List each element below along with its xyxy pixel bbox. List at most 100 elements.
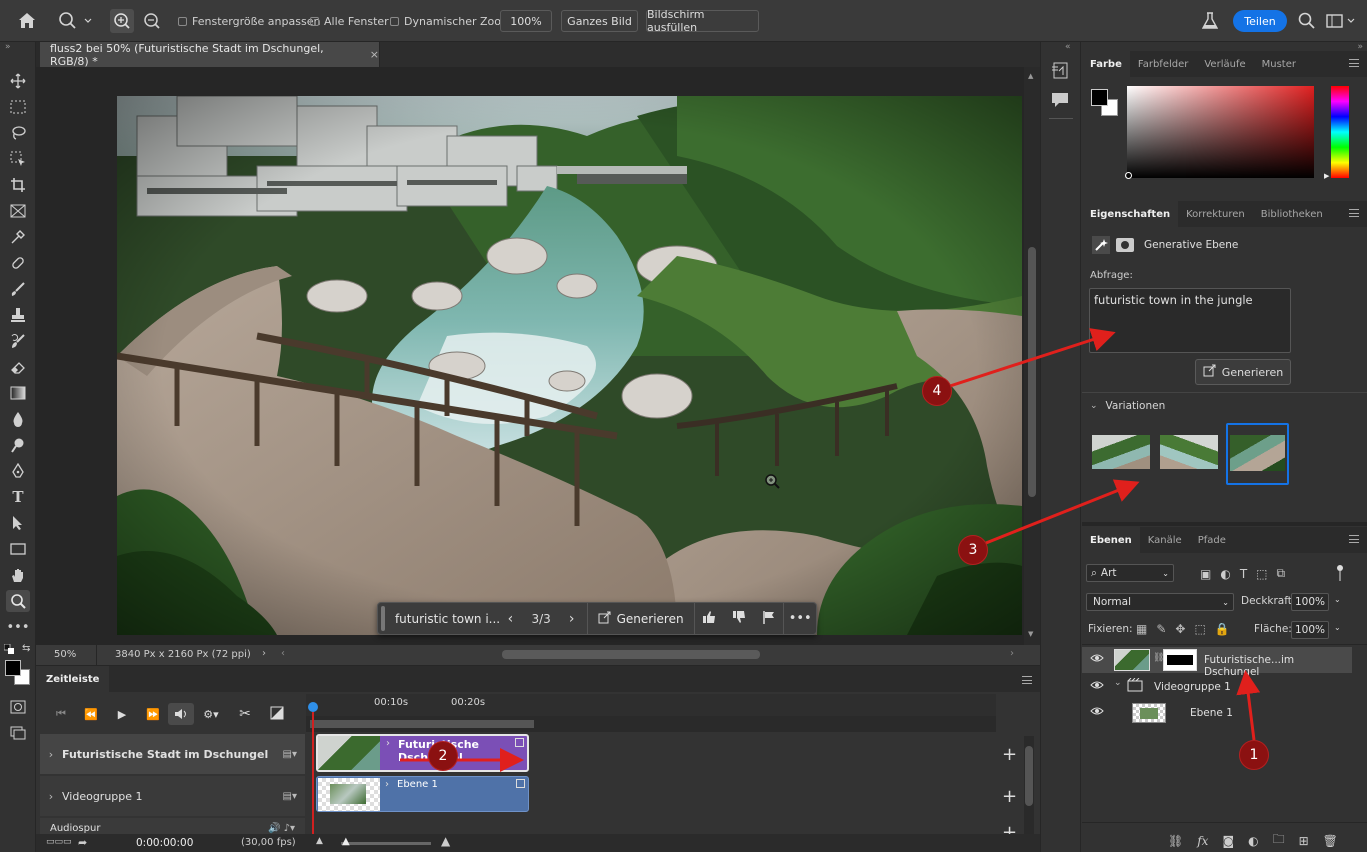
timeline-clip-ebene1[interactable]: › Ebene 1 <box>316 776 529 812</box>
track-expand-icon[interactable]: › <box>40 790 62 803</box>
path-selection-tool-icon[interactable] <box>6 512 30 534</box>
color-swatches[interactable] <box>4 659 30 687</box>
color-panel-menu-icon[interactable] <box>1349 59 1359 67</box>
lock-transparency-icon[interactable]: ▦ <box>1136 622 1147 636</box>
variation-thumbnail-1[interactable] <box>1092 435 1150 469</box>
variation-thumbnail-3-selected[interactable] <box>1226 423 1289 485</box>
quick-mask-icon[interactable] <box>6 696 30 718</box>
track-header-videogroup[interactable]: › Videogruppe 1 ▤▾ <box>40 776 305 816</box>
marquee-tool-icon[interactable] <box>6 96 30 118</box>
group-expand-icon[interactable]: ⌄ <box>1114 678 1122 688</box>
layer-thumbnail[interactable] <box>1114 649 1150 671</box>
link-layers-icon[interactable]: ⛓ <box>1168 834 1183 848</box>
variations-collapse-icon[interactable]: ⌄ <box>1090 401 1098 411</box>
zoom-tool-icon[interactable] <box>6 590 30 612</box>
more-tools-icon[interactable]: ••• <box>6 616 30 638</box>
hscroll-left-icon[interactable]: ‹ <box>281 648 285 659</box>
flag-icon[interactable] <box>754 610 784 627</box>
panel-color-swatches[interactable] <box>1090 88 1120 120</box>
layer-filter-kind-select[interactable]: ⌕ Art ⌄ <box>1086 564 1174 582</box>
vertical-scroll-thumb[interactable] <box>1028 247 1036 497</box>
home-icon[interactable] <box>18 12 36 32</box>
healing-brush-tool-icon[interactable] <box>6 252 30 274</box>
search-icon[interactable] <box>1298 12 1316 33</box>
visibility-eye-icon[interactable] <box>1090 653 1104 666</box>
crop-tool-icon[interactable] <box>6 174 30 196</box>
layer-row-ebene1[interactable]: Ebene 1 <box>1082 700 1352 726</box>
eraser-tool-icon[interactable] <box>6 356 30 378</box>
color-picker-cursor[interactable] <box>1125 172 1132 179</box>
zoom-percent-field[interactable]: 100% <box>500 10 552 32</box>
timeline-clip-futuristic[interactable]: › Futuristische Dschungel <box>316 734 529 772</box>
resize-windows-checkbox[interactable]: Fenstergröße anpassen <box>178 15 320 28</box>
track-film-icon[interactable]: ▤▾ <box>283 791 297 802</box>
zoom-in-icon[interactable] <box>110 9 134 33</box>
blend-mode-select[interactable]: Normal ⌄ <box>1086 593 1234 611</box>
filter-type-icon[interactable]: T <box>1240 567 1247 581</box>
brush-tool-icon[interactable] <box>6 278 30 300</box>
vertical-scrollbar[interactable]: ▲ ▼ <box>1024 67 1040 645</box>
taskbar-prompt-field[interactable]: futuristic town i... <box>395 612 502 626</box>
clip-expand-icon[interactable]: › <box>386 738 390 749</box>
color-picker-field[interactable] <box>1127 86 1314 178</box>
add-mask-icon[interactable]: ◙ <box>1222 834 1234 848</box>
share-button[interactable]: Teilen <box>1233 10 1287 32</box>
timeline-ruler[interactable]: 00:10s 00:20s <box>306 694 996 716</box>
filter-smartobject-icon[interactable]: ⧉ <box>1277 566 1286 581</box>
filter-adjustment-icon[interactable]: ◐ <box>1220 567 1230 581</box>
comments-panel-icon[interactable] <box>1051 92 1069 111</box>
clip-motion-icon[interactable] <box>516 779 525 788</box>
tab-kanaele[interactable]: Kanäle <box>1140 527 1190 553</box>
zoom-out-icon[interactable] <box>140 9 164 33</box>
layers-panel-menu-icon[interactable] <box>1349 535 1359 543</box>
clip-motion-icon[interactable] <box>515 738 524 747</box>
thumbs-down-icon[interactable] <box>724 610 754 627</box>
transition-icon[interactable] <box>262 706 292 723</box>
tab-ebenen[interactable]: Ebenen <box>1082 527 1140 553</box>
lock-pixels-icon[interactable]: ✎ <box>1156 622 1166 636</box>
visibility-eye-icon[interactable] <box>1090 680 1104 693</box>
swap-colors-icon[interactable]: ⇆ <box>22 643 30 654</box>
thumbs-up-icon[interactable] <box>695 610 725 627</box>
fill-field[interactable]: 100% <box>1291 621 1329 639</box>
variation-thumbnail-2[interactable] <box>1160 435 1218 469</box>
tab-bibliotheken[interactable]: Bibliotheken <box>1253 201 1331 227</box>
history-panel-icon[interactable] <box>1051 62 1069 83</box>
close-document-icon[interactable]: × <box>370 48 379 61</box>
object-selection-tool-icon[interactable] <box>6 148 30 170</box>
generate-button[interactable]: Generieren <box>1195 359 1291 385</box>
clip-expand-icon[interactable]: › <box>385 779 389 790</box>
next-frame-icon[interactable]: ⏩ <box>138 708 168 721</box>
lock-position-icon[interactable]: ✥ <box>1175 622 1185 636</box>
filter-pixel-icon[interactable]: ▣ <box>1200 567 1211 581</box>
status-zoom-field[interactable]: 50% <box>54 649 76 660</box>
workspace-icon[interactable] <box>1326 12 1356 33</box>
document-canvas-image[interactable] <box>117 96 1022 635</box>
expand-panels-icon[interactable]: « <box>1065 42 1071 52</box>
eyedropper-tool-icon[interactable] <box>6 226 30 248</box>
layer-mask-thumbnail[interactable] <box>1163 649 1197 671</box>
visibility-eye-icon[interactable] <box>1090 706 1104 719</box>
hand-tool-icon[interactable] <box>6 564 30 586</box>
zoom-in-timeline-icon[interactable]: ▲ <box>441 834 450 848</box>
timeline-zoom-slider[interactable] <box>341 842 431 845</box>
frame-animation-icon[interactable]: ▭▭▭ <box>46 837 72 847</box>
audio-track-icons[interactable]: 🔊 ♪▾ <box>268 823 295 834</box>
render-video-icon[interactable]: ➦ <box>78 836 87 849</box>
timeline-vscroll[interactable] <box>1024 736 1034 834</box>
stamp-tool-icon[interactable] <box>6 304 30 326</box>
opacity-dropdown-icon[interactable]: ⌄ <box>1334 595 1341 604</box>
previous-frame-icon[interactable]: ⏪ <box>76 708 106 721</box>
layer-thumbnail[interactable] <box>1132 703 1166 723</box>
fill-screen-button[interactable]: Bildschirm ausfüllen <box>646 8 759 34</box>
tab-korrekturen[interactable]: Korrekturen <box>1178 201 1253 227</box>
playhead-handle[interactable] <box>308 702 318 712</box>
track-header-futuristic[interactable]: › Futuristische Stadt im Dschungel ▤▾ <box>40 734 305 774</box>
layer-row-generative[interactable]: ⛓ Futuristische...im Dschungel <box>1082 647 1352 678</box>
zoom-tool-preset-icon[interactable] <box>58 11 94 34</box>
timeline-zoom-thumb[interactable]: ▲ <box>342 836 350 847</box>
audio-icon[interactable] <box>168 703 194 725</box>
zoom-out-timeline-icon[interactable]: ▲ <box>316 836 323 846</box>
type-tool-icon[interactable]: T <box>6 486 30 508</box>
track-expand-icon[interactable]: › <box>40 748 62 761</box>
